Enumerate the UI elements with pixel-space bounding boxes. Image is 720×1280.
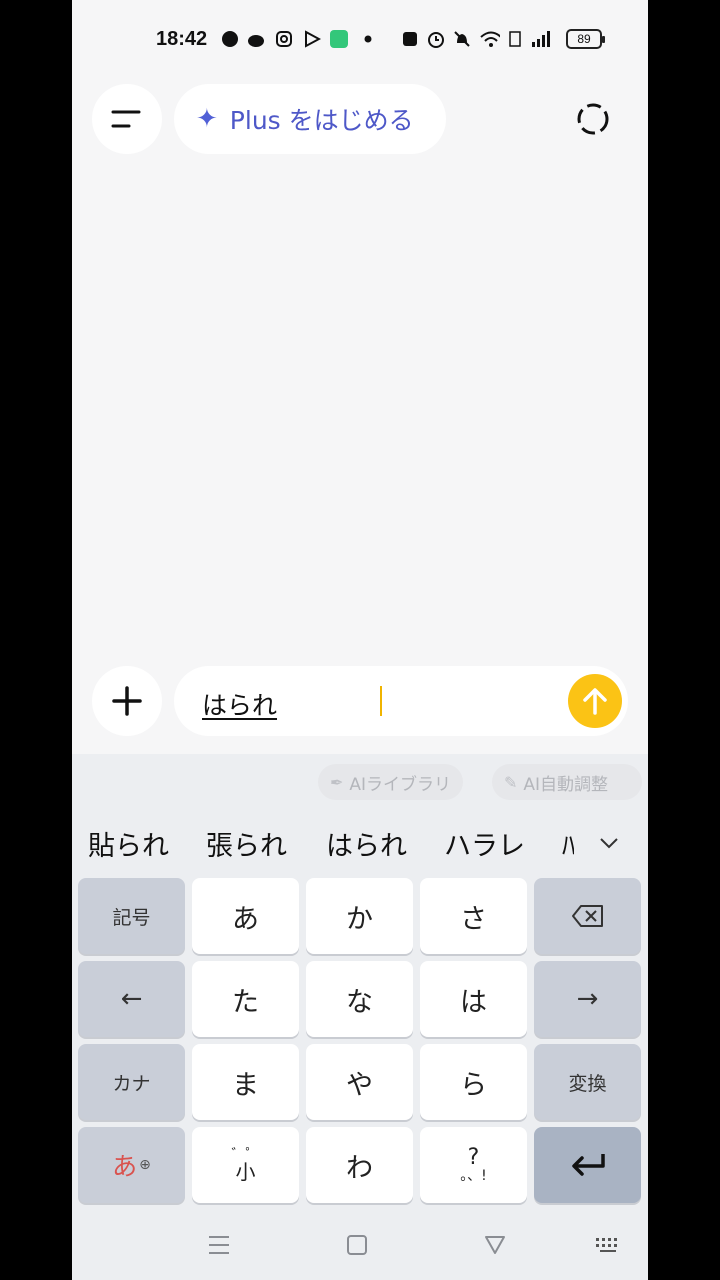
line-app-icon bbox=[220, 29, 240, 49]
nav-home-button[interactable] bbox=[342, 1232, 372, 1258]
ai-toolbar: ✒ AIライブラリ ✎ AI自動調整 bbox=[72, 754, 648, 810]
ai-auto-adjust-label: AI自動調整 bbox=[523, 774, 609, 795]
key-ha[interactable]: は bbox=[420, 961, 527, 1037]
key-a[interactable]: あ bbox=[192, 878, 299, 954]
key-ta[interactable]: た bbox=[192, 961, 299, 1037]
nfc-icon bbox=[400, 29, 420, 49]
volte-icon bbox=[506, 29, 526, 49]
cursor-right-key[interactable]: → bbox=[534, 961, 641, 1037]
ai-library-chip[interactable]: ✒ AIライブラリ bbox=[318, 764, 464, 800]
ime-keyboard: ✒ AIライブラリ ✎ AI自動調整 貼られ 張られ はられ ハラレ ﾊ 記号 … bbox=[72, 754, 648, 1280]
nav-back-button[interactable] bbox=[480, 1232, 510, 1258]
candidate-expand-button[interactable] bbox=[594, 828, 624, 858]
nav-keyboard-button[interactable] bbox=[594, 1232, 624, 1258]
key-ka[interactable]: か bbox=[306, 878, 413, 954]
convert-key[interactable]: 変換 bbox=[534, 1044, 641, 1120]
notification-dot-icon bbox=[358, 29, 378, 49]
candidate-item[interactable]: 張られ bbox=[206, 824, 287, 863]
punctuation-top-label: ? bbox=[467, 1145, 480, 1170]
quill-icon: ✒ bbox=[330, 772, 344, 792]
status-bar: 18:42 89 bbox=[72, 20, 648, 60]
mute-icon bbox=[452, 29, 472, 49]
prompt-input[interactable]: はられ bbox=[174, 666, 628, 736]
app-badge-icon bbox=[329, 29, 349, 49]
triangle-down-icon bbox=[485, 1236, 505, 1254]
input-mode-key[interactable]: あ ⊕ bbox=[78, 1127, 185, 1203]
key-sa[interactable]: さ bbox=[420, 878, 527, 954]
phone-screen: 18:42 89 ✦ Plus をはじめる はられ ✒ AIライブラリ ✎ AI… bbox=[72, 0, 648, 1280]
candidate-item[interactable]: はられ bbox=[326, 824, 407, 863]
candidate-item[interactable]: ハラレ bbox=[444, 824, 525, 863]
key-ya[interactable]: や bbox=[306, 1044, 413, 1120]
menu-button[interactable] bbox=[92, 84, 162, 154]
menu-lines-icon bbox=[209, 1236, 229, 1254]
start-plus-button[interactable]: ✦ Plus をはじめる bbox=[174, 84, 446, 154]
backspace-icon bbox=[571, 905, 603, 927]
nav-recents-button[interactable] bbox=[204, 1232, 234, 1258]
hamburger-icon bbox=[111, 110, 141, 128]
candidate-bar: 貼られ 張られ はられ ハラレ ﾊ bbox=[72, 814, 648, 870]
backspace-key[interactable] bbox=[534, 878, 641, 954]
plus-icon bbox=[112, 686, 142, 716]
magic-wand-icon: ✎ bbox=[504, 772, 518, 792]
key-na[interactable]: な bbox=[306, 961, 413, 1037]
ai-auto-adjust-chip[interactable]: ✎ AI自動調整 bbox=[492, 764, 642, 800]
dashed-circle-icon bbox=[577, 103, 609, 135]
square-icon bbox=[347, 1235, 367, 1255]
alarm-icon bbox=[426, 29, 446, 49]
candidate-item-partial[interactable]: ﾊ bbox=[562, 824, 574, 863]
keyboard-icon bbox=[596, 1238, 617, 1252]
kana-key[interactable]: カナ bbox=[78, 1044, 185, 1120]
attach-button[interactable] bbox=[92, 666, 162, 736]
enter-icon bbox=[571, 1154, 605, 1176]
punctuation-bottom-label: 。、! bbox=[460, 1168, 487, 1184]
small-label: 小 bbox=[235, 1160, 256, 1184]
prompt-input-text: はられ bbox=[202, 691, 278, 720]
status-time: 18:42 bbox=[156, 28, 208, 50]
key-ma[interactable]: ま bbox=[192, 1044, 299, 1120]
ai-library-label: AIライブラリ bbox=[349, 774, 452, 795]
battery-indicator: 89 bbox=[566, 29, 605, 49]
enter-key[interactable] bbox=[534, 1127, 641, 1203]
chevron-down-icon bbox=[600, 838, 618, 849]
instagram-icon bbox=[274, 29, 294, 49]
cursor-left-key[interactable]: ← bbox=[78, 961, 185, 1037]
system-nav-bar bbox=[72, 1208, 648, 1280]
temporary-chat-button[interactable] bbox=[558, 84, 628, 154]
dakuten-small-key[interactable]: ゛゜ 小 bbox=[192, 1127, 299, 1203]
wifi-icon bbox=[480, 29, 500, 49]
globe-icon: ⊕ bbox=[139, 1157, 151, 1173]
arrow-up-icon bbox=[583, 688, 607, 715]
key-ra[interactable]: ら bbox=[420, 1044, 527, 1120]
start-plus-label: Plus をはじめる bbox=[229, 106, 414, 135]
candidate-item[interactable]: 貼られ bbox=[88, 824, 169, 863]
signal-icon bbox=[530, 29, 550, 49]
send-button[interactable] bbox=[568, 674, 622, 728]
text-caret bbox=[380, 686, 382, 716]
key-wa[interactable]: わ bbox=[306, 1127, 413, 1203]
punctuation-key[interactable]: ? 。、! bbox=[420, 1127, 527, 1203]
play-store-icon bbox=[302, 29, 322, 49]
input-mode-label: あ bbox=[112, 1152, 138, 1181]
weibo-icon bbox=[246, 29, 266, 49]
symbols-key[interactable]: 記号 bbox=[78, 878, 185, 954]
sparkle-icon: ✦ bbox=[196, 104, 218, 134]
